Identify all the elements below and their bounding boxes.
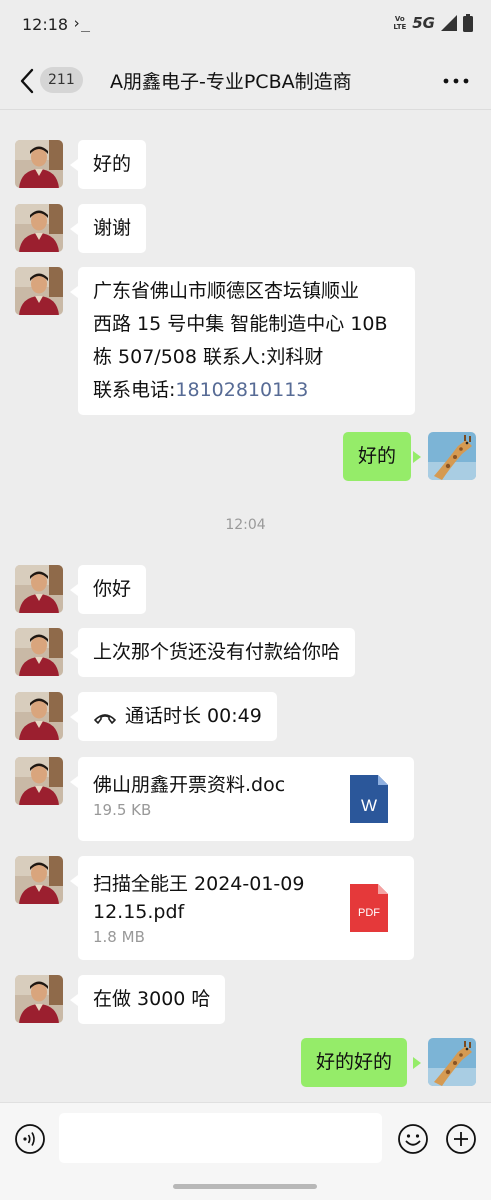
status-bar: 12:18 ›_ Vo LTE 5G bbox=[0, 0, 491, 50]
more-icon[interactable] bbox=[441, 68, 471, 94]
my-avatar[interactable] bbox=[428, 1038, 476, 1086]
add-more-icon[interactable] bbox=[445, 1123, 477, 1155]
contact-avatar[interactable] bbox=[15, 628, 63, 676]
message-input[interactable] bbox=[59, 1113, 382, 1163]
file-size: 1.8 MB bbox=[93, 928, 145, 946]
message-bubble[interactable]: 上次那个货还没有付款给你哈 bbox=[78, 628, 356, 677]
message-bubble[interactable]: 好的好的 bbox=[301, 1038, 408, 1087]
address-message-bubble[interactable]: 广东省佛山市顺德区杏坛镇顺业 西路 15 号中集 智能制造中心 10B 栋 50… bbox=[78, 267, 415, 415]
chat-title: A朋鑫电子-专业PCBA制造商 bbox=[110, 71, 352, 93]
contact-avatar[interactable] bbox=[15, 204, 63, 252]
svg-text:W: W bbox=[361, 796, 377, 815]
pdf-file-icon: PDF bbox=[350, 884, 388, 932]
address-line: 广东省佛山市顺德区杏坛镇顺业 bbox=[93, 280, 360, 302]
contact-avatar[interactable] bbox=[15, 140, 63, 188]
svg-text:PDF: PDF bbox=[358, 907, 380, 919]
emoji-icon[interactable] bbox=[397, 1123, 429, 1155]
message-bubble[interactable]: 好的 bbox=[78, 140, 147, 189]
message-bubble[interactable]: 在做 3000 哈 bbox=[78, 975, 226, 1024]
call-duration-label: 通话时长 00:49 bbox=[125, 705, 262, 727]
file-card-pdf[interactable]: 扫描全能王 2024-01-09 12.15.pdf 1.8 MB PDF bbox=[78, 856, 414, 960]
voice-input-icon[interactable] bbox=[14, 1123, 46, 1155]
word-file-icon: W bbox=[350, 775, 388, 823]
message-bubble[interactable]: 你好 bbox=[78, 565, 147, 614]
contact-avatar[interactable] bbox=[15, 757, 63, 805]
battery-icon bbox=[463, 14, 473, 32]
contact-avatar[interactable] bbox=[15, 856, 63, 904]
my-avatar[interactable] bbox=[428, 432, 476, 480]
terminal-icon: ›_ bbox=[72, 14, 91, 32]
message-bubble[interactable]: 谢谢 bbox=[78, 204, 147, 253]
status-time: 12:18 bbox=[22, 15, 69, 34]
file-card-doc[interactable]: 佛山朋鑫开票资料.doc 19.5 KB W bbox=[78, 757, 414, 841]
status-indicators: Vo LTE 5G bbox=[393, 14, 473, 32]
contact-avatar[interactable] bbox=[15, 692, 63, 740]
address-line: 西路 15 号中集 智能制造中心 10B bbox=[93, 313, 388, 335]
message-timestamp: 12:04 bbox=[225, 517, 266, 533]
contact-avatar[interactable] bbox=[15, 975, 63, 1023]
phone-hangup-icon bbox=[94, 713, 116, 724]
file-name: 佛山朋鑫开票资料.doc bbox=[93, 774, 286, 796]
contact-avatar[interactable] bbox=[15, 267, 63, 315]
home-indicator[interactable] bbox=[173, 1184, 317, 1189]
message-list[interactable]: 好的 谢谢 广东省佛山市顺德区杏坛镇顺业 西路 15 号中集 智能制造中心 10… bbox=[0, 110, 491, 1102]
input-bar bbox=[0, 1102, 491, 1200]
contact-avatar[interactable] bbox=[15, 565, 63, 613]
phone-number-link[interactable]: 18102810113 bbox=[175, 379, 308, 401]
network-type: 5G bbox=[412, 14, 435, 32]
call-record-bubble[interactable]: 通话时长 00:49 bbox=[78, 692, 277, 741]
file-size: 19.5 KB bbox=[93, 801, 152, 819]
message-bubble[interactable]: 好的 bbox=[343, 432, 412, 481]
unread-count-badge[interactable]: 211 bbox=[40, 67, 83, 93]
chat-header: 211 A朋鑫电子-专业PCBA制造商 bbox=[0, 50, 491, 110]
volte-icon: Vo LTE bbox=[393, 15, 407, 31]
address-line: 栋 507/508 联系人:刘科财 bbox=[93, 346, 324, 368]
file-name: 扫描全能王 2024-01-09 12.15.pdf bbox=[93, 873, 305, 923]
signal-icon bbox=[441, 15, 457, 31]
contact-phone-line: 联系电话:18102810113 bbox=[93, 379, 309, 401]
